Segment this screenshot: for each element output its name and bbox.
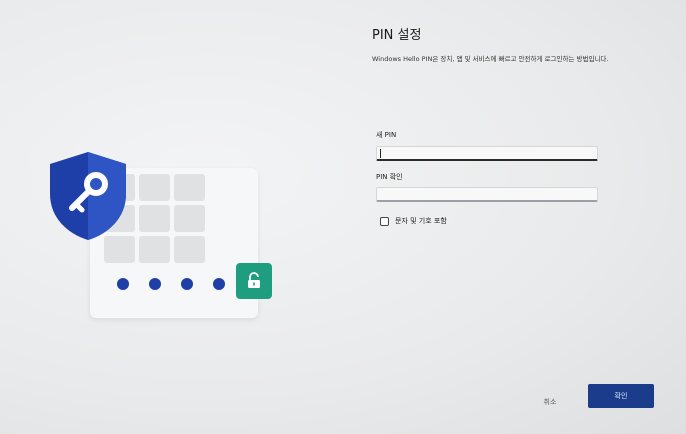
pin-illustration <box>40 140 290 330</box>
include-chars-option[interactable]: 문자 및 기호 포함 <box>380 216 447 226</box>
pin-dot <box>181 278 193 290</box>
pin-dot <box>213 278 225 290</box>
unlocked-padlock-icon <box>236 263 272 299</box>
include-chars-label: 문자 및 기호 포함 <box>395 217 447 225</box>
new-pin-label: 새 PIN <box>376 131 397 139</box>
key-shield-icon <box>50 152 126 240</box>
ok-button[interactable]: 확인 <box>588 384 654 408</box>
new-pin-input[interactable] <box>376 146 598 161</box>
cancel-button[interactable]: 취소 <box>528 394 572 410</box>
keypad-key <box>174 236 205 263</box>
pin-dot <box>117 278 129 290</box>
pin-dot <box>149 278 161 290</box>
text-caret <box>380 149 381 158</box>
keypad-key <box>139 205 170 232</box>
keypad-key <box>139 174 170 201</box>
confirm-pin-label: PIN 확인 <box>376 173 403 181</box>
page-description: Windows Hello PIN은 장치, 앱 및 서비스에 빠르고 안전하게… <box>372 55 609 63</box>
include-chars-checkbox[interactable] <box>380 216 389 226</box>
page-title: PIN 설정 <box>372 28 422 43</box>
keypad-key <box>174 174 205 201</box>
keypad-key <box>139 236 170 263</box>
pin-setup-screen: PIN 설정 Windows Hello PIN은 장치, 앱 및 서비스에 빠… <box>0 0 686 434</box>
confirm-pin-input[interactable] <box>376 187 598 202</box>
pin-dots <box>117 278 225 290</box>
keypad-key <box>174 205 205 232</box>
